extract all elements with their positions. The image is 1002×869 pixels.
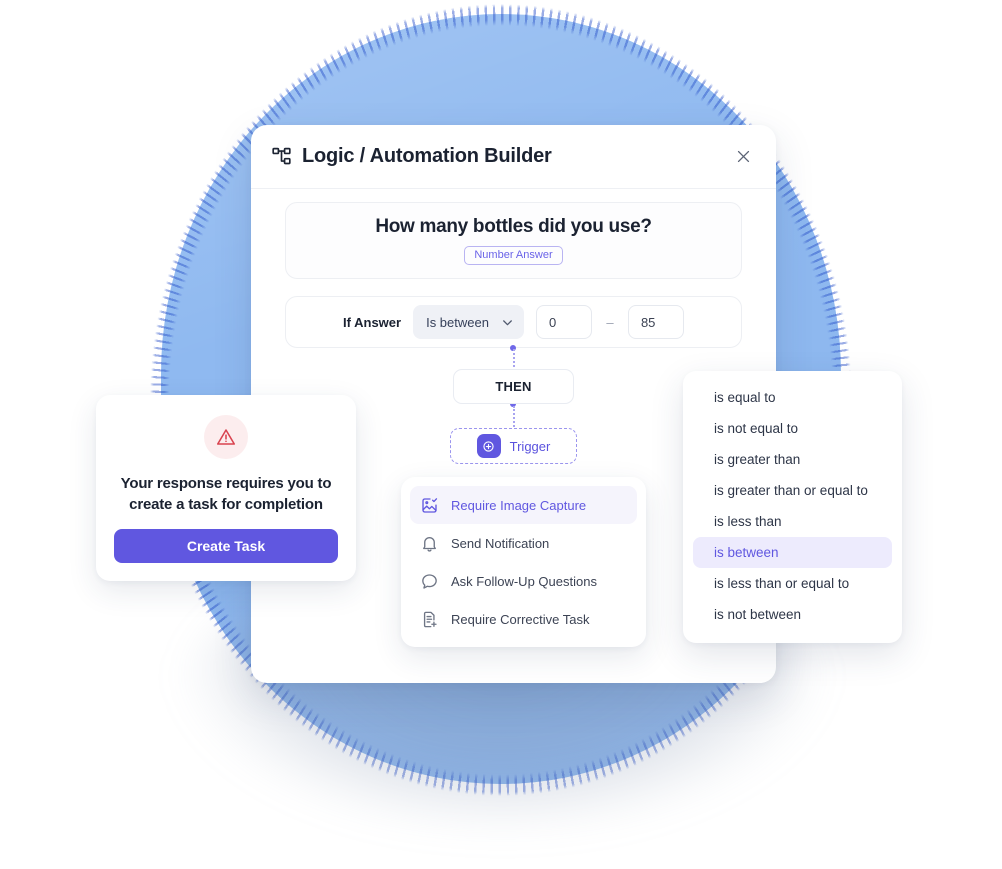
if-answer-label: If Answer bbox=[343, 314, 402, 330]
action-item-ask-follow-up-questions[interactable]: Ask Follow-Up Questions bbox=[410, 562, 637, 600]
action-item-label: Require Corrective Task bbox=[451, 611, 590, 627]
operator-option-is-less-than-or-equal-to[interactable]: is less than or equal to bbox=[693, 568, 892, 599]
question-text: How many bottles did you use? bbox=[375, 215, 652, 237]
chat-bubble-icon bbox=[420, 572, 439, 591]
image-check-icon bbox=[420, 496, 439, 515]
bell-icon bbox=[420, 534, 439, 553]
range-separator: – bbox=[606, 314, 614, 330]
action-item-label: Send Notification bbox=[451, 535, 550, 551]
warning-triangle-icon bbox=[204, 415, 248, 459]
modal-header: Logic / Automation Builder bbox=[251, 125, 776, 189]
action-item-label: Require Image Capture bbox=[451, 497, 587, 513]
operator-option-is-not-between[interactable]: is not between bbox=[693, 599, 892, 630]
connector-line-upper bbox=[513, 349, 515, 371]
operator-option-is-between[interactable]: is between bbox=[693, 537, 892, 568]
operator-dropdown-menu: is equal to is not equal to is greater t… bbox=[683, 371, 902, 643]
trigger-label: Trigger bbox=[509, 438, 551, 454]
operator-option-is-less-than[interactable]: is less than bbox=[693, 506, 892, 537]
operator-select-value: Is between bbox=[426, 314, 489, 330]
answer-type-badge: Number Answer bbox=[464, 245, 563, 266]
action-item-require-corrective-task[interactable]: Require Corrective Task bbox=[410, 600, 637, 638]
operator-option-is-equal-to[interactable]: is equal to bbox=[693, 382, 892, 413]
trigger-button[interactable]: Trigger bbox=[450, 428, 577, 464]
create-task-button[interactable]: Create Task bbox=[114, 529, 338, 563]
then-pill: THEN bbox=[453, 369, 574, 404]
operator-option-is-greater-than[interactable]: is greater than bbox=[693, 444, 892, 475]
action-item-send-notification[interactable]: Send Notification bbox=[410, 524, 637, 562]
actions-menu: Require Image Capture Send Notification … bbox=[401, 477, 646, 647]
connector-line-lower bbox=[513, 406, 515, 430]
operator-select[interactable]: Is between bbox=[413, 305, 524, 339]
document-plus-icon bbox=[420, 610, 439, 629]
plus-circle-icon bbox=[476, 434, 501, 458]
action-item-label: Ask Follow-Up Questions bbox=[451, 573, 597, 589]
operator-option-is-greater-than-or-equal-to[interactable]: is greater than or equal to bbox=[693, 475, 892, 506]
min-value-input[interactable]: 0 bbox=[535, 305, 592, 339]
close-icon[interactable] bbox=[730, 144, 756, 170]
page-title: Logic / Automation Builder bbox=[302, 145, 552, 167]
condition-row: If Answer Is between 0 – 85 bbox=[285, 296, 742, 348]
chevron-down-icon bbox=[501, 316, 514, 329]
max-value-input[interactable]: 85 bbox=[627, 305, 684, 339]
operator-option-is-not-equal-to[interactable]: is not equal to bbox=[693, 413, 892, 444]
action-item-require-image-capture[interactable]: Require Image Capture bbox=[410, 486, 637, 524]
hierarchy-icon bbox=[271, 146, 292, 167]
question-block: How many bottles did you use? Number Ans… bbox=[285, 202, 742, 279]
create-task-warning-card: Your response requires you to create a t… bbox=[96, 395, 356, 581]
warning-message: Your response requires you to create a t… bbox=[120, 475, 332, 514]
